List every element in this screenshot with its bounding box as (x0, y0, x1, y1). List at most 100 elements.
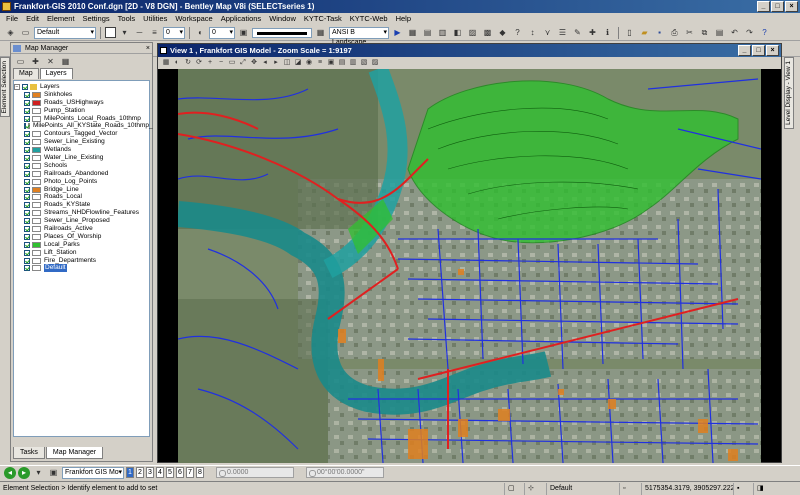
close-button[interactable]: × (785, 1, 798, 12)
sheet-size-combo[interactable]: ANSI B Landscape (329, 26, 389, 46)
layer-item[interactable]: MilePoints_All_KYState_Roads_10thmp_ (14, 122, 153, 130)
layer-checkbox[interactable] (24, 139, 30, 146)
element-selection-tab[interactable]: Element Selection (0, 57, 10, 118)
info-icon[interactable]: ℹ (601, 26, 614, 39)
layer-checkbox[interactable] (24, 218, 30, 225)
layer-checkbox[interactable] (24, 225, 30, 232)
layer-item[interactable]: Roads_KYState (14, 201, 149, 209)
distance-field[interactable]: 0.0000 (216, 467, 294, 478)
minimize-button[interactable]: _ (757, 1, 770, 12)
layer-checkbox[interactable] (24, 154, 30, 161)
play-icon[interactable]: ▶ (391, 26, 404, 39)
active-level-status[interactable]: Default (547, 482, 620, 495)
palette-icon[interactable]: ◆ (496, 26, 509, 39)
layer-checkbox[interactable] (24, 99, 30, 106)
layer-item[interactable]: Pump_Station (14, 107, 149, 115)
forward-icon[interactable]: ▸ (18, 466, 30, 479)
layer-item[interactable]: Roads_USHighways (14, 99, 149, 107)
menu-tools[interactable]: Tools (118, 13, 136, 25)
view-tool-icon[interactable]: ▥ (348, 58, 358, 68)
view-minimize-button[interactable]: _ (738, 45, 751, 56)
view-button-2[interactable]: 2 (136, 467, 144, 478)
panel-pin-icon[interactable] (13, 45, 21, 52)
undo-icon[interactable]: ↶ (728, 26, 741, 39)
menu-applications[interactable]: Applications (221, 13, 261, 25)
layer-checkbox[interactable] (22, 83, 28, 90)
view-attributes-icon[interactable]: ▦ (161, 58, 171, 68)
lock-icon[interactable]: ▢ (505, 482, 525, 495)
layer-checkbox[interactable] (24, 233, 30, 240)
update-view-icon[interactable]: ⟳ (194, 58, 204, 68)
tab-layers[interactable]: Layers (39, 68, 73, 79)
transparency-icon[interactable]: ◐ (194, 26, 207, 39)
clip-volume-icon[interactable]: ◫ (282, 58, 292, 68)
fence-icon[interactable]: ▭ (19, 26, 32, 39)
sort-icon[interactable]: ↕ (526, 26, 539, 39)
layer-item[interactable]: Sewer_Line_Existing (14, 138, 149, 146)
layer-checkbox[interactable] (24, 170, 30, 177)
class-icon[interactable]: ▣ (237, 26, 250, 39)
save-icon[interactable]: ▪ (653, 26, 666, 39)
line-weight-icon[interactable]: ≡ (148, 26, 161, 39)
layer-item[interactable]: Lift_Station (14, 249, 149, 257)
view-close-button[interactable]: × (766, 45, 779, 56)
maximize-button[interactable]: □ (771, 1, 784, 12)
element-selection-icon[interactable]: ◈ (4, 26, 17, 39)
menu-element[interactable]: Element (47, 13, 75, 25)
angle-field[interactable]: 00°00'00.0000" (306, 467, 384, 478)
view-button-5[interactable]: 5 (166, 467, 174, 478)
chart-icon[interactable]: ▩ (481, 26, 494, 39)
view-maximize-button[interactable]: □ (752, 45, 765, 56)
color-dropdown-icon[interactable]: ▾ (118, 26, 131, 39)
layer-checkbox[interactable] (24, 241, 30, 248)
layer-checkbox[interactable] (24, 178, 30, 185)
line-style-icon[interactable]: ─ (133, 26, 146, 39)
edit-icon[interactable]: ✎ (571, 26, 584, 39)
copy-icon[interactable]: ⧉ (698, 26, 711, 39)
view-button-6[interactable]: 6 (176, 467, 184, 478)
layer-item[interactable]: Roads_Local (14, 193, 149, 201)
menu-help[interactable]: Help (396, 13, 411, 25)
graph-icon[interactable]: ▥ (436, 26, 449, 39)
collapse-icon[interactable]: − (14, 83, 20, 90)
view-previous-icon[interactable]: ◂ (260, 58, 270, 68)
model-icon[interactable]: ▣ (47, 466, 60, 479)
layer-item[interactable]: Sewer_Line_Proposed (14, 217, 149, 225)
layer-checkbox[interactable] (24, 123, 26, 130)
menu-workspace[interactable]: Workspace (175, 13, 212, 25)
message-center-icon[interactable]: ◨ (754, 483, 774, 495)
layer-checkbox[interactable] (24, 147, 30, 154)
layer-item[interactable]: Streams_NHDFlowline_Features (14, 209, 149, 217)
layer-checkbox[interactable] (24, 257, 30, 264)
view-button-4[interactable]: 4 (156, 467, 164, 478)
layer-checkbox[interactable] (24, 194, 30, 201)
layer-item[interactable]: MilePoints_Local_Roads_10thmp (14, 115, 149, 123)
menu-edit[interactable]: Edit (26, 13, 39, 25)
snap-icon[interactable]: ⊹ (525, 482, 547, 495)
zoom-in-icon[interactable]: + (205, 58, 215, 68)
fit-view-icon[interactable]: ⤢ (238, 58, 248, 68)
filter-icon[interactable]: ⋎ (541, 26, 554, 39)
layer-checkbox[interactable] (24, 91, 30, 98)
color-swatch[interactable] (105, 27, 116, 38)
layer-checkbox[interactable] (24, 162, 30, 169)
view-button-3[interactable]: 3 (146, 467, 154, 478)
layer-item[interactable]: Water_Line_Existing (14, 154, 149, 162)
list-icon[interactable]: ☰ (556, 26, 569, 39)
tab-map[interactable]: Map (13, 68, 39, 79)
remove-layer-icon[interactable]: ✕ (44, 55, 57, 68)
clip-mask-icon[interactable]: ◪ (293, 58, 303, 68)
open-map-icon[interactable]: ▭ (14, 55, 27, 68)
menu-kytc-web[interactable]: KYTC-Web (350, 13, 388, 25)
cut-icon[interactable]: ✂ (683, 26, 696, 39)
redo-icon[interactable]: ↷ (743, 26, 756, 39)
model-combo[interactable]: Frankfort GIS Mo (62, 466, 124, 479)
level-display-tab[interactable]: Level Display - View 1 (784, 57, 794, 129)
tab-tasks[interactable]: Tasks (13, 447, 45, 459)
layer-checkbox[interactable] (24, 202, 30, 209)
menu-utilities[interactable]: Utilities (143, 13, 167, 25)
grid-icon[interactable]: ▦ (406, 26, 419, 39)
view-tool-icon[interactable]: ▤ (337, 58, 347, 68)
layer-item[interactable]: Railroads_Abandoned (14, 170, 149, 178)
layer-item[interactable]: Contours_Tagged_Vector (14, 130, 149, 138)
